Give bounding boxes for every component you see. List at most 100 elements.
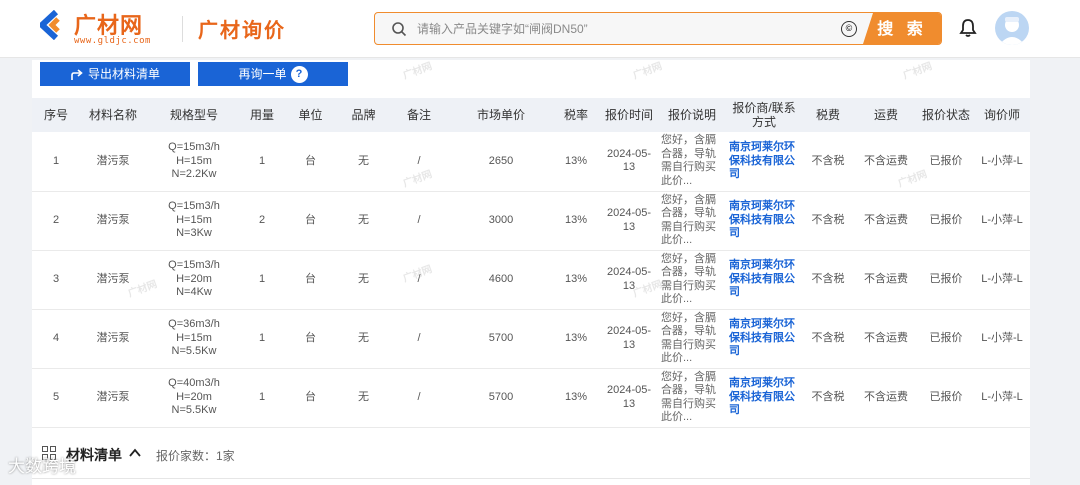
cell-vendor[interactable]: 南京珂莱尔环保科技有限公司 <box>726 191 802 250</box>
search-button[interactable]: 搜 索 <box>863 13 941 44</box>
cell-vendor[interactable]: 南京珂莱尔环保科技有限公司 <box>726 368 802 427</box>
col-header: 规格型号 <box>169 108 218 122</box>
cell-status: 已报价 <box>929 272 963 285</box>
spec-line: H=20m <box>176 390 212 403</box>
table-row: 5 潜污泵 Q=40m3/h H=20m N=5.5Kw 1 台 无 / 5700 13% 2024-… <box>32 368 1030 427</box>
cell-tax-rate: 13% <box>564 331 588 344</box>
cell-note: / <box>417 154 421 167</box>
spec-line: H=15m <box>176 213 212 226</box>
cell-brand: 无 <box>358 213 369 226</box>
spec-line: Q=15m3/h <box>168 141 220 153</box>
col-header: 单位 <box>298 108 323 122</box>
copyright-clear-icon[interactable]: © <box>841 21 857 37</box>
cell-freight: 不含运费 <box>864 213 908 226</box>
cell-vendor[interactable]: 南京珂莱尔环保科技有限公司 <box>726 132 802 191</box>
cell-no: 1 <box>52 154 60 167</box>
cell-inquirer: L-小萍-L <box>981 331 1023 344</box>
cell-spec: Q=15m3/h H=20m N=4Kw <box>146 250 242 309</box>
cell-no: 2 <box>52 213 60 226</box>
search-icon <box>392 22 407 37</box>
cell-tax-rate: 13% <box>564 390 588 403</box>
spec-line: N=5.5Kw <box>171 345 217 358</box>
cell-vendor[interactable]: 南京珂莱尔环保科技有限公司 <box>726 309 802 368</box>
cell-qty: 1 <box>258 154 266 167</box>
cell-status: 已报价 <box>929 154 963 167</box>
spec-line: Q=15m3/h <box>168 259 220 272</box>
col-header: 市场单价 <box>476 108 525 122</box>
table-row: 1 潜污泵 Q=15m3/h H=15m N=2.2Kw 1 台 无 / 2650 13% 2024-… <box>32 132 1030 191</box>
cell-tax: 不含税 <box>811 390 845 403</box>
table-row: 4 潜污泵 Q=36m3/h H=15m N=5.5Kw 1 台 无 / 5700 13% 2024-… <box>32 309 1030 368</box>
quote-table: 序号 材料名称 规格型号 用量 单位 品牌 备注 市场单价 税率 报价时间 报价… <box>32 98 1030 428</box>
cell-date: 2024-05-13 <box>606 207 652 233</box>
vendor-count: 报价家数：1家 <box>156 449 235 463</box>
requery-label: 再询一单 <box>238 67 287 81</box>
spec-line: N=5.5Kw <box>171 404 217 417</box>
col-header: 运费 <box>873 108 898 122</box>
cell-brand: 无 <box>358 390 369 403</box>
spec-line: N=2.2Kw <box>171 168 217 180</box>
cell-price: 4600 <box>488 272 514 285</box>
materials-section-bar: 材料清单 报价家数：1家 <box>40 444 640 464</box>
cell-desc: 您好，含膈合器，导轨需自行购买此价... <box>661 134 716 187</box>
top-header: 广材网 www.gldjc.com 广材询价 © 搜 索 <box>0 0 1080 58</box>
cell-no: 3 <box>52 272 60 285</box>
cell-no: 4 <box>52 331 60 344</box>
cell-freight: 不含运费 <box>864 331 908 344</box>
cell-date: 2024-05-13 <box>606 325 652 351</box>
cell-tax-rate: 13% <box>564 154 588 167</box>
col-header: 税费 <box>815 108 840 122</box>
cell-qty: 1 <box>258 331 266 344</box>
cell-status: 已报价 <box>929 390 963 403</box>
chevron-up-icon[interactable] <box>128 446 142 460</box>
site-logo[interactable]: 广材网 www.gldjc.com <box>40 8 160 50</box>
col-header: 材料名称 <box>88 108 137 122</box>
cell-inquirer: L-小萍-L <box>981 213 1023 226</box>
cell-desc: 您好，含膈合器，导轨需自行购买此价... <box>661 193 716 247</box>
spec-line: H=15m <box>176 154 212 167</box>
cell-spec: Q=40m3/h H=20m N=5.5Kw <box>146 368 242 427</box>
help-icon[interactable]: ? <box>290 66 308 84</box>
spec-line: H=20m <box>176 272 212 285</box>
page-brand-title: 广材询价 <box>198 18 286 42</box>
cell-freight: 不含运费 <box>864 154 908 167</box>
spec-line: N=3Kw <box>176 227 212 240</box>
export-list-button[interactable]: 导出材料清单 <box>40 62 190 86</box>
search-input[interactable] <box>417 13 817 44</box>
col-header: 品牌 <box>351 108 376 122</box>
col-header: 询价师 <box>983 108 1020 122</box>
cell-status: 已报价 <box>929 331 963 344</box>
cell-date: 2024-05-13 <box>606 384 652 410</box>
logo-url-text: www.gldjc.com <box>74 36 151 46</box>
quote-panel: 导出材料清单 再询一单? 序号 材料名称 规格型号 用量 单位 品牌 备注 市场… <box>32 60 1030 485</box>
corner-watermark: 大数跨境 <box>8 457 76 477</box>
cell-unit: 台 <box>305 213 316 226</box>
export-list-label: 导出材料清单 <box>87 67 160 81</box>
cell-inquirer: L-小萍-L <box>981 154 1023 167</box>
cell-price: 2650 <box>488 154 514 167</box>
share-arrow-icon <box>71 69 83 80</box>
cell-freight: 不含运费 <box>864 272 908 285</box>
table-body: 1 潜污泵 Q=15m3/h H=15m N=2.2Kw 1 台无/2650 13% 2024-… <box>32 132 1030 427</box>
cell-freight: 不含运费 <box>864 390 908 403</box>
cell-vendor[interactable]: 南京珂莱尔环保科技有限公司 <box>726 250 802 309</box>
requery-button[interactable]: 再询一单? <box>198 62 348 86</box>
cell-unit: 台 <box>305 154 316 167</box>
col-header: 税率 <box>563 108 588 122</box>
cell-unit: 台 <box>305 390 316 403</box>
cell-tax-rate: 13% <box>564 213 588 226</box>
header-divider <box>182 16 183 42</box>
cell-desc: 您好，含膈合器，导轨需自行购买此价... <box>661 311 716 365</box>
cell-name: 潜污泵 <box>96 390 130 403</box>
bell-icon[interactable] <box>958 18 978 38</box>
watermark-logo: 广材网 <box>631 61 664 82</box>
user-avatar[interactable] <box>995 11 1029 45</box>
cell-price: 3000 <box>488 213 514 226</box>
footer-divider <box>32 478 1030 479</box>
cell-price: 5700 <box>488 331 514 344</box>
cell-tax-rate: 13% <box>564 272 588 285</box>
watermark-logo: 广材网 <box>901 61 934 82</box>
cell-note: / <box>417 331 421 344</box>
cell-name: 潜污泵 <box>96 154 130 167</box>
cell-tax: 不含税 <box>811 272 845 285</box>
